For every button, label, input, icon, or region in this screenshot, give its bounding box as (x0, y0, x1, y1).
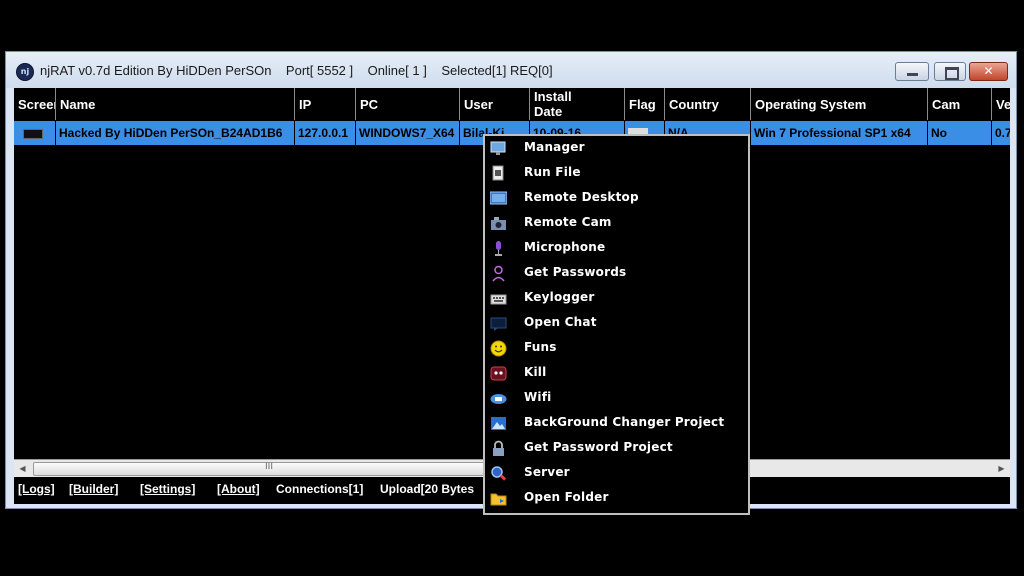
connections-status: Connections[1] (276, 482, 364, 496)
keyboard-icon (490, 294, 507, 305)
column-header-pc[interactable]: PC (356, 88, 460, 120)
column-header-cam[interactable]: Cam (928, 88, 992, 120)
window-title: njRAT v0.7d Edition By HiDDen PerSOn Por… (40, 63, 553, 78)
context-menu: Manager Run File Remote Desktop Remote C… (483, 134, 750, 515)
folder-icon (490, 493, 507, 506)
menu-item-label: Server (524, 465, 570, 479)
wifi-icon (490, 394, 507, 404)
microphone-icon (495, 241, 502, 256)
column-header-install-date[interactable]: Install Date (530, 88, 625, 120)
menu-item-open-folder[interactable]: Open Folder (485, 486, 748, 511)
builder-link[interactable]: [Builder] (69, 482, 118, 496)
menu-item-get-password-project[interactable]: Get Password Project (485, 436, 748, 461)
user-key-icon (492, 265, 505, 282)
menu-item-open-chat[interactable]: Open Chat (485, 311, 748, 336)
cell-pc: WINDOWS7_X64 (356, 121, 460, 145)
title-online: Online[ 1 ] (367, 63, 427, 78)
maximize-icon (945, 67, 959, 80)
cell-name: Hacked By HiDDen PerSOn_B24AD1B6 (56, 121, 295, 145)
upload-status: Upload[20 Bytes (380, 482, 475, 496)
scrollbar-thumb[interactable]: III (33, 462, 505, 476)
cell-ip: 127.0.0.1 (295, 121, 356, 145)
menu-item-funs[interactable]: Funs (485, 336, 748, 361)
menu-item-manager[interactable]: Manager (485, 136, 748, 161)
cell-ver: 0.7 (992, 121, 1010, 145)
menu-item-server[interactable]: Server (485, 461, 748, 486)
menu-item-label: Open Chat (524, 315, 597, 329)
column-header-name[interactable]: Name (56, 88, 295, 120)
column-header-user[interactable]: User (460, 88, 530, 120)
column-header-ip[interactable]: IP (295, 88, 356, 120)
title-selected: Selected[1] REQ[0] (441, 63, 553, 78)
install-date-header-text: Install Date (534, 89, 572, 119)
menu-item-microphone[interactable]: Microphone (485, 236, 748, 261)
title-app-name: njRAT v0.7d Edition By HiDDen PerSOn (40, 63, 272, 78)
maximize-button[interactable] (934, 62, 966, 81)
column-header-screen[interactable]: Screen (14, 88, 56, 120)
screen-thumbnail-icon (23, 128, 43, 139)
smiley-icon (490, 340, 507, 357)
column-header-flag[interactable]: Flag (625, 88, 665, 120)
menu-item-kill[interactable]: Kill (485, 361, 748, 386)
skull-icon (490, 366, 507, 381)
menu-item-label: Open Folder (524, 490, 609, 504)
close-button[interactable]: ✕ (969, 62, 1008, 81)
menu-item-label: Remote Cam (524, 215, 612, 229)
close-icon: ✕ (983, 64, 994, 78)
table-header: Screen Name IP PC User Install Date Flag… (14, 88, 1010, 120)
menu-item-label: Microphone (524, 240, 606, 254)
minimize-button[interactable] (895, 62, 929, 81)
menu-item-label: BackGround Changer Project (524, 415, 725, 429)
minimize-icon (907, 73, 918, 76)
menu-item-label: Keylogger (524, 290, 595, 304)
menu-item-background-changer[interactable]: BackGround Changer Project (485, 411, 748, 436)
scrollbar-grip: III (265, 462, 273, 472)
chat-icon (490, 317, 507, 331)
column-header-ver[interactable]: Ver (992, 88, 1010, 120)
menu-item-label: Remote Desktop (524, 190, 639, 204)
menu-item-label: Funs (524, 340, 557, 354)
picture-icon (491, 417, 506, 430)
menu-item-label: Kill (524, 365, 547, 379)
njrat-app-icon: nj (16, 63, 34, 81)
menu-item-run-file[interactable]: Run File (485, 161, 748, 186)
scroll-right-icon[interactable]: ▶ (993, 460, 1010, 477)
about-link[interactable]: [About] (217, 482, 260, 496)
column-header-country[interactable]: Country (665, 88, 751, 120)
title-bar[interactable]: nj njRAT v0.7d Edition By HiDDen PerSOn … (6, 52, 1016, 88)
desktop-icon (490, 191, 507, 205)
menu-item-wifi[interactable]: Wifi (485, 386, 748, 411)
menu-item-label: Run File (524, 165, 581, 179)
cell-cam: No (928, 121, 992, 145)
menu-item-label: Get Password Project (524, 440, 673, 454)
menu-item-get-passwords[interactable]: Get Passwords (485, 261, 748, 286)
lock-icon (493, 440, 504, 456)
settings-link[interactable]: [Settings] (140, 482, 195, 496)
title-port: Port[ 5552 ] (285, 63, 354, 78)
menu-item-remote-cam[interactable]: Remote Cam (485, 211, 748, 236)
cell-os: Win 7 Professional SP1 x64 (751, 121, 928, 145)
monitor-icon (490, 141, 506, 155)
menu-item-keylogger[interactable]: Keylogger (485, 286, 748, 311)
menu-item-remote-desktop[interactable]: Remote Desktop (485, 186, 748, 211)
menu-item-label: Wifi (524, 390, 552, 404)
column-header-os[interactable]: Operating System (751, 88, 928, 120)
logs-link[interactable]: [Logs] (18, 482, 55, 496)
camera-icon (491, 217, 506, 230)
menu-item-label: Get Passwords (524, 265, 627, 279)
server-icon (491, 466, 507, 481)
cell-screen-thumbnail (14, 121, 56, 145)
file-icon (492, 165, 504, 181)
menu-item-label: Manager (524, 140, 585, 154)
scroll-left-icon[interactable]: ◀ (14, 460, 31, 477)
